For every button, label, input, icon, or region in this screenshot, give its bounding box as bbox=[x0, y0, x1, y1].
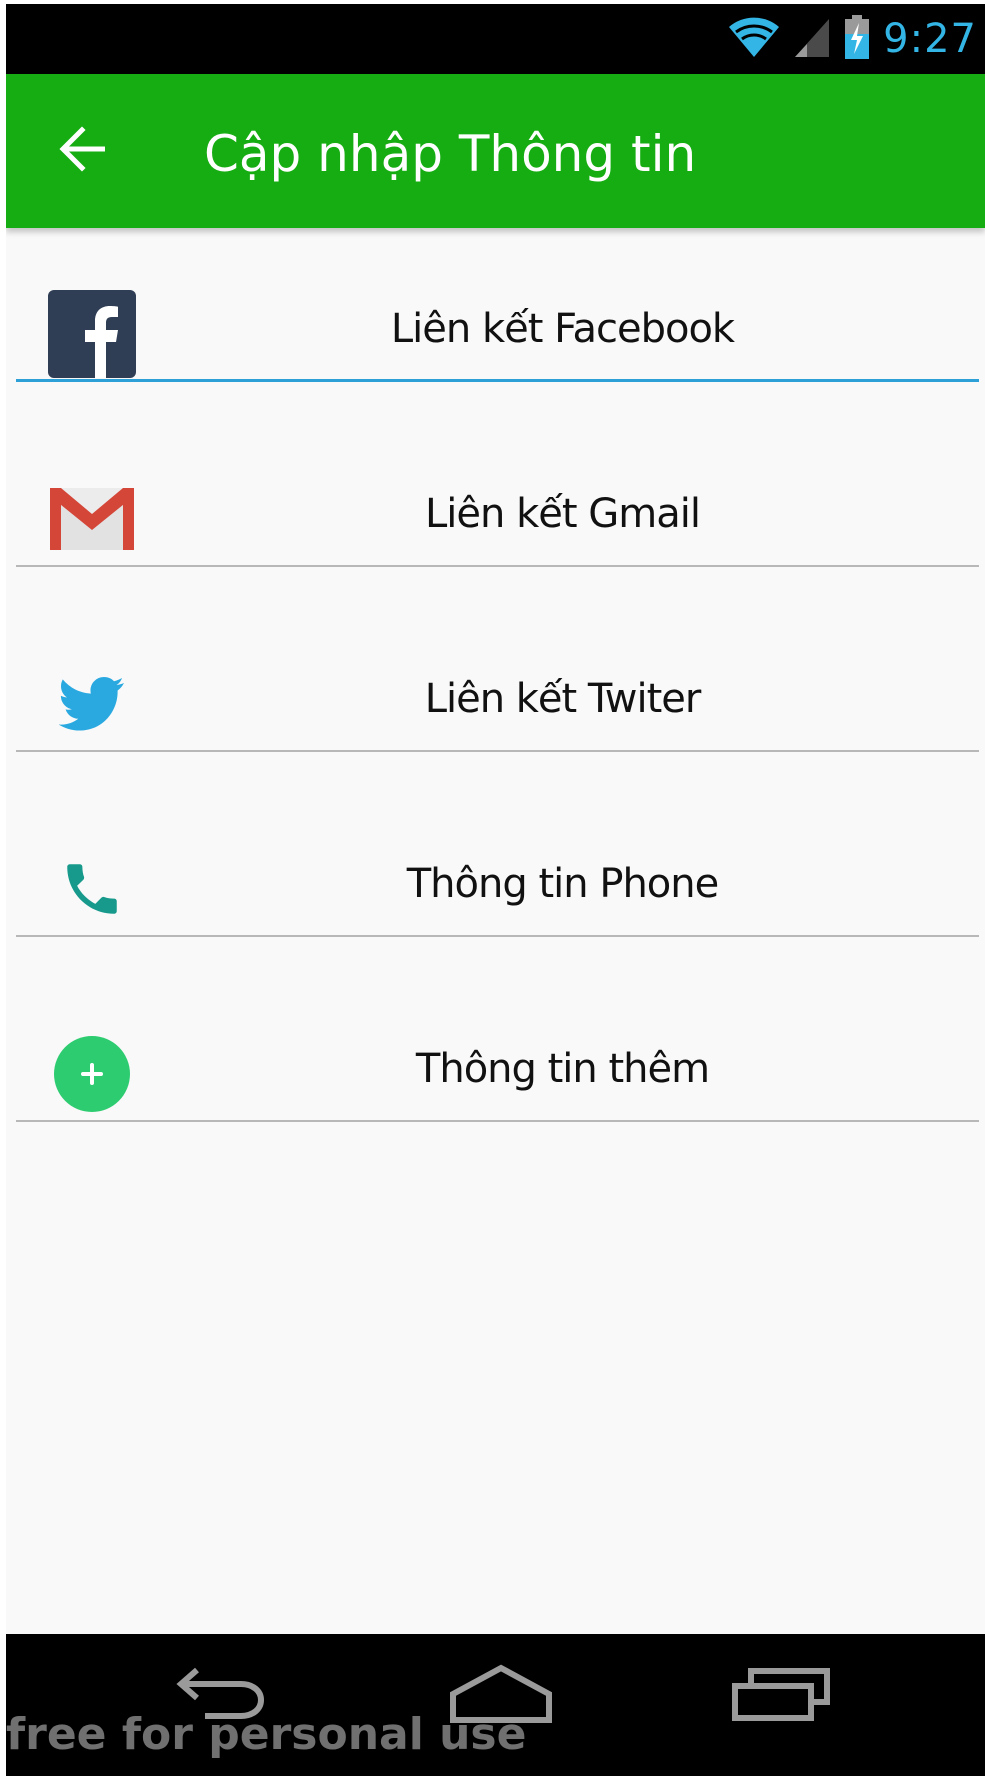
status-icons: 9:27 bbox=[727, 12, 977, 66]
back-button[interactable] bbox=[48, 116, 118, 186]
list-item-label: Liên kết Twiter bbox=[424, 676, 702, 722]
twitter-icon bbox=[48, 660, 136, 748]
item-divider bbox=[16, 935, 979, 937]
item-divider bbox=[16, 1120, 979, 1122]
nav-home-button[interactable] bbox=[446, 1658, 556, 1734]
list-item-label: Liên kết Facebook bbox=[390, 306, 735, 352]
list-item-label: Thông tin thêm bbox=[415, 1046, 710, 1092]
list-item-gmail[interactable]: Liên kết Gmail bbox=[16, 453, 979, 567]
gmail-icon bbox=[48, 475, 136, 563]
screen: 9:27 Cập nhập Thông tin Liên kết Faceboo… bbox=[6, 4, 985, 1776]
item-divider bbox=[16, 565, 979, 567]
list-item-more-info[interactable]: Thông tin thêm bbox=[16, 1008, 979, 1122]
cellular-signal-icon bbox=[793, 15, 831, 64]
status-time: 9:27 bbox=[883, 16, 977, 62]
nav-back-button[interactable] bbox=[166, 1658, 276, 1734]
item-divider bbox=[16, 379, 979, 382]
list-item-label: Liên kết Gmail bbox=[425, 491, 701, 537]
page-title: Cập nhập Thông tin bbox=[204, 125, 697, 183]
item-divider bbox=[16, 750, 979, 752]
status-bar: 9:27 bbox=[6, 4, 985, 74]
list-item-phone[interactable]: Thông tin Phone bbox=[16, 823, 979, 937]
add-circle-icon bbox=[48, 1030, 136, 1118]
facebook-icon bbox=[48, 290, 136, 378]
phone-icon bbox=[48, 845, 136, 933]
app-bar: Cập nhập Thông tin bbox=[6, 74, 985, 228]
back-nav-icon bbox=[175, 1666, 267, 1727]
navigation-bar bbox=[6, 1634, 985, 1776]
battery-charging-icon bbox=[843, 14, 871, 65]
nav-recents-button[interactable] bbox=[726, 1658, 836, 1734]
recents-nav-icon bbox=[731, 1666, 831, 1727]
list-item-label: Thông tin Phone bbox=[406, 861, 719, 907]
list-item-twitter[interactable]: Liên kết Twiter bbox=[16, 638, 979, 752]
list-item-facebook[interactable]: Liên kết Facebook bbox=[16, 268, 979, 382]
home-nav-icon bbox=[449, 1664, 553, 1729]
arrow-left-icon bbox=[58, 125, 108, 177]
wifi-icon bbox=[727, 15, 781, 64]
